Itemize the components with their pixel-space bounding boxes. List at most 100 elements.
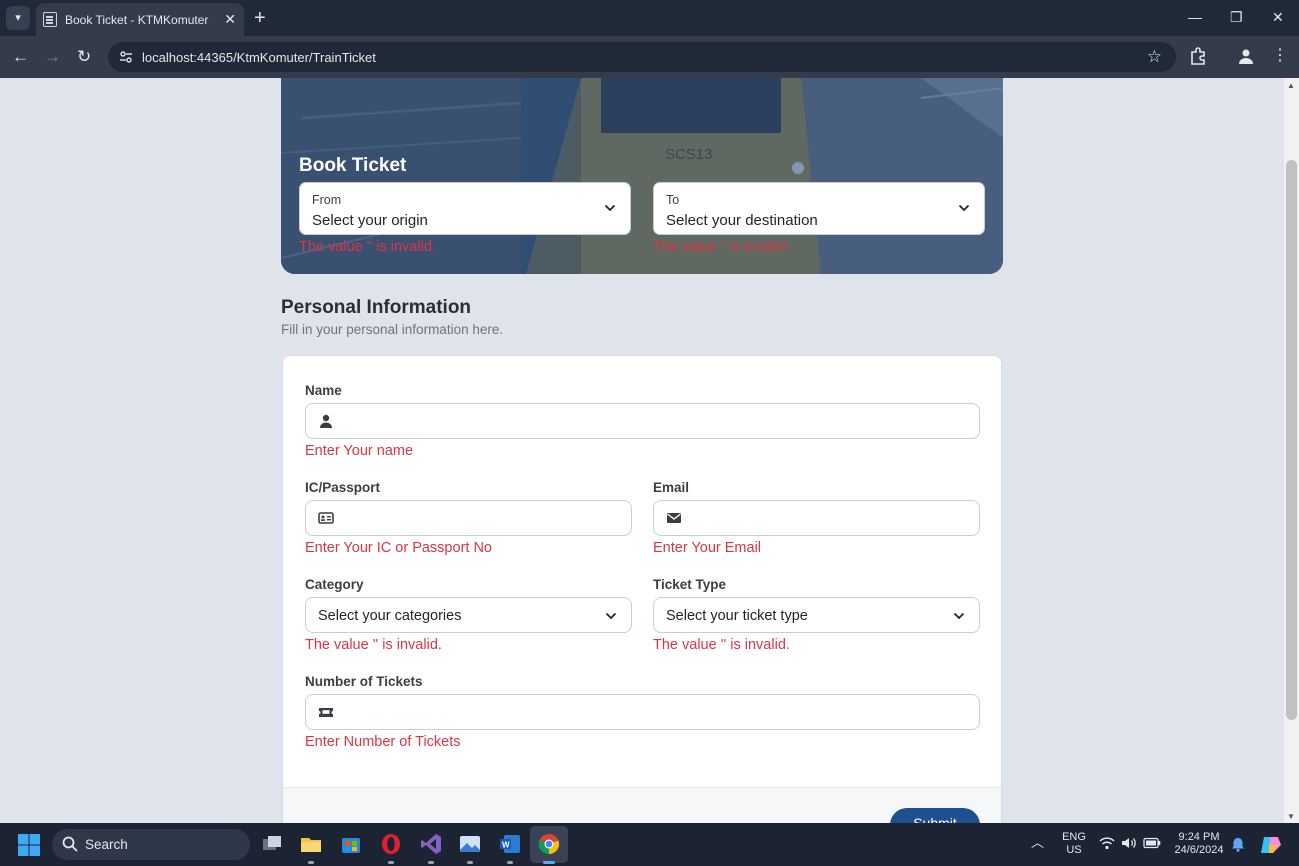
- destination-error: The value '' is invalid.: [653, 239, 790, 255]
- taskbar-clock[interactable]: 9:24 PM 24/6/2024: [1168, 831, 1230, 857]
- ic-passport-input[interactable]: [305, 500, 632, 536]
- chevron-down-icon: [953, 612, 965, 620]
- origin-label: From: [312, 193, 342, 207]
- photos-app-icon[interactable]: [458, 832, 482, 856]
- name-label: Name: [305, 383, 342, 398]
- chrome-browser-icon[interactable]: [537, 832, 561, 856]
- new-tab-plus-icon[interactable]: +: [254, 6, 266, 30]
- ticket-type-label: Ticket Type: [653, 577, 727, 592]
- scroll-up-arrow-icon[interactable]: ▲: [1287, 81, 1295, 90]
- back-arrow-icon[interactable]: ←: [12, 46, 29, 68]
- notification-bell-icon[interactable]: [1231, 837, 1245, 852]
- train-code-text: SCS13: [665, 146, 713, 163]
- microsoft-store-icon[interactable]: [339, 832, 363, 856]
- page-favicon-icon: [43, 12, 57, 27]
- form-footer: Submit: [283, 787, 1001, 823]
- browser-menu-kebab-icon[interactable]: ⋮: [1272, 45, 1288, 67]
- address-bar[interactable]: localhost:44365/KtmKomuter/TrainTicket ☆: [108, 42, 1176, 72]
- category-select-value: Select your categories: [318, 608, 462, 624]
- user-icon: [320, 414, 332, 428]
- window-minimize-icon[interactable]: —: [1188, 8, 1202, 26]
- destination-select[interactable]: To Select your destination: [653, 182, 985, 235]
- origin-select[interactable]: From Select your origin: [299, 182, 631, 235]
- number-of-tickets-error: Enter Number of Tickets: [305, 734, 461, 750]
- destination-select-value: Select your destination: [666, 212, 818, 229]
- email-label: Email: [653, 480, 690, 495]
- submit-button[interactable]: Submit: [890, 808, 980, 823]
- app-running-indicator: [428, 861, 434, 864]
- personal-info-title: Personal Information: [281, 297, 472, 318]
- scroll-down-arrow-icon[interactable]: ▼: [1287, 812, 1295, 821]
- region-code: US: [1066, 844, 1082, 856]
- taskbar-search-label: Search: [85, 837, 128, 852]
- ic-passport-label: IC/Passport: [305, 480, 381, 495]
- bookmark-star-icon[interactable]: ☆: [1147, 47, 1162, 67]
- window-close-icon[interactable]: ✕: [1272, 8, 1284, 26]
- app-running-indicator: [388, 861, 394, 864]
- browser-tab-active[interactable]: Book Ticket - KTMKomuter ✕: [36, 3, 244, 36]
- number-of-tickets-label: Number of Tickets: [305, 674, 423, 689]
- profile-avatar-icon[interactable]: [1236, 46, 1256, 66]
- app-running-indicator: [507, 861, 513, 864]
- chevron-down-icon: [604, 204, 616, 212]
- file-explorer-icon[interactable]: [299, 832, 323, 856]
- url-text: localhost:44365/KtmKomuter/TrainTicket: [142, 50, 376, 65]
- task-view-icon[interactable]: [260, 832, 284, 856]
- category-select[interactable]: Select your categories: [305, 597, 632, 633]
- clock-date: 24/6/2024: [1174, 844, 1224, 856]
- booking-hero-banner: SCS13 Book Ticket From Select your origi…: [281, 78, 1003, 274]
- volume-icon[interactable]: [1121, 836, 1137, 850]
- svg-text:W: W: [502, 841, 510, 850]
- ticket-type-error: The value '' is invalid.: [653, 637, 790, 653]
- origin-error: The value '' is invalid.: [299, 239, 436, 255]
- tab-search-chevron-icon[interactable]: ▾: [6, 6, 30, 30]
- book-ticket-title: Book Ticket: [299, 155, 407, 176]
- windows-start-icon[interactable]: [18, 834, 40, 856]
- app-active-indicator: [543, 861, 555, 864]
- copilot-icon[interactable]: [1260, 835, 1282, 855]
- app-running-indicator: [467, 861, 473, 864]
- origin-select-value: Select your origin: [312, 212, 428, 229]
- ticket-type-select[interactable]: Select your ticket type: [653, 597, 980, 633]
- category-label: Category: [305, 577, 364, 592]
- personal-info-card: Name Enter Your name IC/Passport Enter Y…: [282, 355, 1002, 823]
- ic-passport-error: Enter Your IC or Passport No: [305, 540, 492, 556]
- language-code: ENG: [1062, 831, 1086, 843]
- tab-title: Book Ticket - KTMKomuter: [65, 13, 209, 27]
- personal-info-subtitle: Fill in your personal information here.: [281, 322, 504, 337]
- name-error: Enter Your name: [305, 443, 414, 459]
- name-input[interactable]: [305, 403, 980, 439]
- forward-arrow-icon[interactable]: →: [44, 46, 61, 68]
- site-info-icon[interactable]: [118, 49, 134, 65]
- ticket-type-select-value: Select your ticket type: [666, 608, 808, 624]
- app-running-indicator: [308, 861, 314, 864]
- battery-icon[interactable]: [1143, 837, 1161, 849]
- number-of-tickets-input[interactable]: [305, 694, 980, 730]
- email-error: Enter Your Email: [653, 540, 762, 556]
- input-language-indicator[interactable]: ENG US: [1060, 831, 1088, 857]
- page-scrollbar[interactable]: ▲ ▼: [1284, 78, 1299, 823]
- category-error: The value '' is invalid.: [305, 637, 442, 653]
- email-input[interactable]: [653, 500, 980, 536]
- chevron-down-icon: [958, 204, 970, 212]
- browser-toolbar: ← → ↻ localhost:44365/KtmKomuter/TrainTi…: [0, 36, 1299, 78]
- taskbar-search-box[interactable]: Search: [52, 829, 250, 860]
- microsoft-word-icon[interactable]: W: [498, 832, 522, 856]
- page-viewport: SCS13 Book Ticket From Select your origi…: [0, 78, 1284, 823]
- visual-studio-icon[interactable]: [419, 832, 443, 856]
- scrollbar-thumb[interactable]: [1286, 160, 1297, 720]
- destination-label: To: [666, 193, 680, 207]
- tab-close-icon[interactable]: ✕: [224, 11, 236, 27]
- browser-tab-bar: ▾ Book Ticket - KTMKomuter ✕ + — ❐ ✕: [0, 0, 1299, 36]
- clock-time: 9:24 PM: [1178, 831, 1220, 843]
- id-card-icon: [318, 512, 334, 524]
- windows-taskbar: Search W ︿ ENG US 9:24 PM 24/6/2024: [0, 823, 1299, 866]
- chevron-down-icon: [605, 612, 617, 620]
- extensions-puzzle-icon[interactable]: [1188, 46, 1208, 66]
- opera-browser-icon[interactable]: [379, 832, 403, 856]
- envelope-icon: [667, 513, 681, 523]
- reload-icon[interactable]: ↻: [77, 46, 91, 68]
- show-hidden-icons-chevron-icon[interactable]: ︿: [1031, 836, 1044, 849]
- wifi-icon[interactable]: [1099, 836, 1115, 850]
- window-restore-icon[interactable]: ❐: [1230, 8, 1243, 26]
